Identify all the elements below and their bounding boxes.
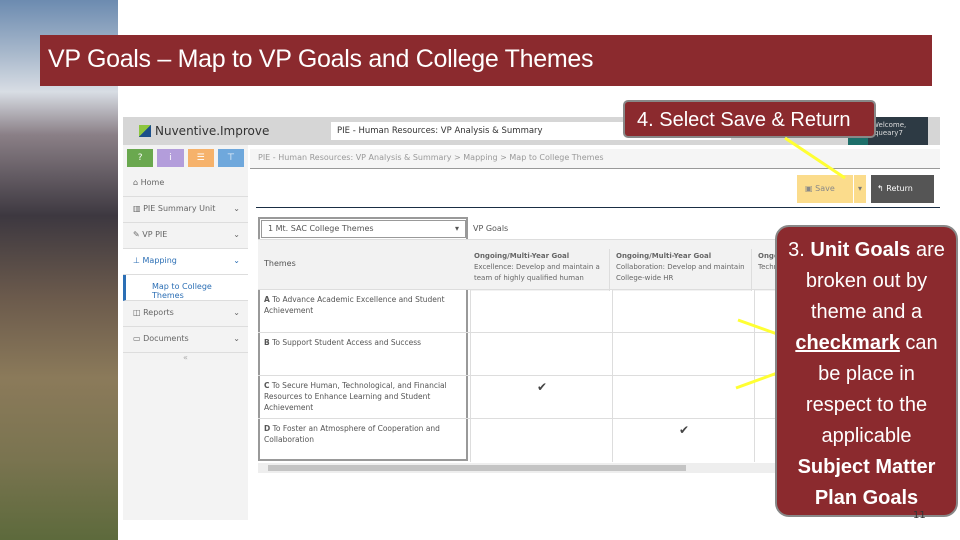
page-number: 11 <box>913 510 926 521</box>
arrow-to-save <box>784 136 846 180</box>
t: 3. <box>788 239 811 261</box>
t: Subject Matter Plan Goals <box>797 456 936 509</box>
t: Unit Goals <box>810 239 911 261</box>
arrow-to-row-a <box>737 318 781 337</box>
callout-step-3: 3. Unit Goals are broken out by theme an… <box>775 225 958 517</box>
arrow-to-row-c <box>735 370 781 390</box>
t: checkmark <box>795 332 900 354</box>
